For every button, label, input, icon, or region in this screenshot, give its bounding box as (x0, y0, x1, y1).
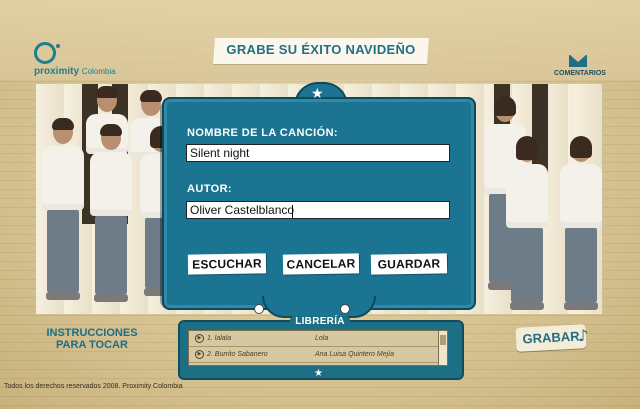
logo-subtext: Colombia (81, 67, 116, 76)
record-button-label[interactable]: GRABAR (521, 328, 582, 347)
instructions-link[interactable]: INSTRUCCIONES PARA TOCAR (42, 327, 142, 351)
author-input[interactable] (186, 201, 450, 219)
app-stage: proximity Colombia GRABE SU ÉXITO NAVIDE… (0, 0, 640, 409)
library-row[interactable]: ▶ 2. Burrito Sabanero Ana Luisa Quintero… (189, 347, 439, 363)
scrollbar-thumb[interactable] (440, 335, 446, 345)
logo-text: proximity (34, 66, 80, 77)
proximity-logo: proximity Colombia (34, 42, 116, 77)
author-label: AUTOR: (187, 183, 232, 195)
logo-dot-icon (56, 44, 60, 48)
instructions-line2: PARA TOCAR (56, 339, 128, 351)
cancel-button[interactable]: CANCELAR (282, 253, 360, 275)
singer-figure (90, 124, 132, 302)
play-icon[interactable]: ▶ (195, 350, 204, 359)
library-author: Lola (315, 335, 329, 342)
envelope-icon (569, 55, 587, 67)
library-list: ▶ 1. lalala Lola ▶ 2. Burrito Sabanero A… (188, 330, 440, 366)
comments-button[interactable]: COMENTARIOS (554, 55, 606, 77)
page-title: GRABE SU ÉXITO NAVIDEÑO (226, 42, 416, 57)
library-author: Ana Luisa Quintero Mejía (315, 351, 394, 358)
music-note-icon: ♪ (578, 326, 589, 345)
song-name-input[interactable] (186, 144, 450, 162)
library-row[interactable]: ▶ 1. lalala Lola (189, 331, 439, 347)
singer-figure (506, 136, 548, 310)
song-name-label: NOMBRE DE LA CANCIÓN: (187, 127, 338, 139)
star-icon: ★ (314, 368, 323, 379)
save-button[interactable]: GUARDAR (370, 253, 448, 275)
logo-ring-icon (34, 42, 56, 64)
footer-text: Todos los derechos reservados 2008. Prox… (4, 383, 183, 390)
library-scrollbar[interactable] (438, 330, 448, 366)
pin-icon (254, 304, 264, 314)
comments-label: COMENTARIOS (554, 70, 606, 77)
singer-figure (42, 118, 84, 300)
library-song: 2. Burrito Sabanero (207, 351, 268, 358)
listen-button[interactable]: ESCUCHAR (187, 253, 267, 275)
library-title: LIBRERÍA (295, 316, 345, 327)
star-icon: ★ (311, 86, 324, 102)
pin-icon (340, 304, 350, 314)
singer-figure (560, 136, 602, 310)
instructions-line1: INSTRUCCIONES (46, 327, 138, 339)
library-song: 1. lalala (207, 335, 232, 342)
play-icon[interactable]: ▶ (195, 334, 204, 343)
text-cursor (292, 205, 293, 218)
